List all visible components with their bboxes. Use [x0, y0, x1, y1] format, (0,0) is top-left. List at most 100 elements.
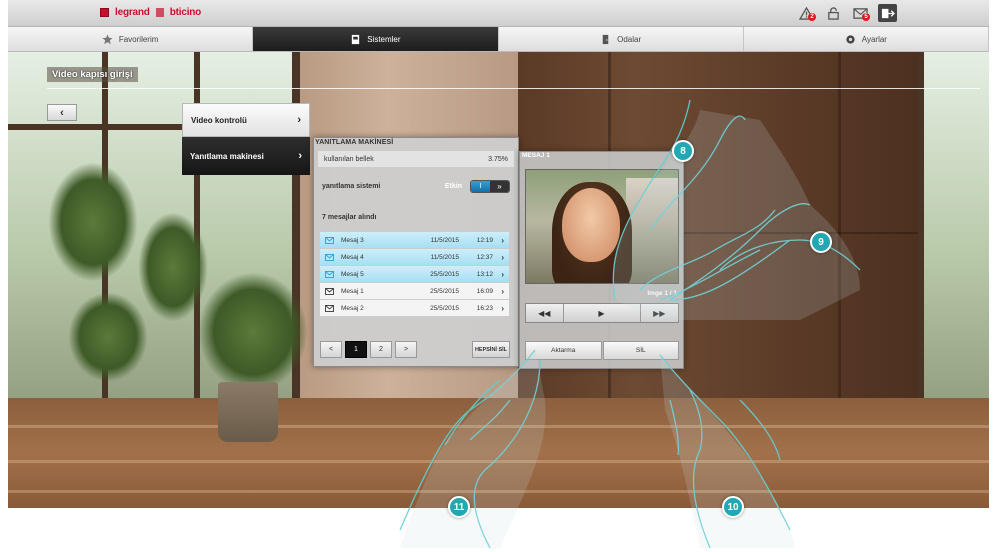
memory-value: 3.75%: [488, 155, 508, 163]
bticino-logo-mark: [155, 8, 164, 17]
tab-label: Odalar: [617, 34, 642, 44]
message-viewer-panel: Imge 1 / 1 ◀◀ ▶ ▶▶ Aktarma SİL: [519, 151, 684, 369]
memory-row: kullanılan bellek 3.75%: [318, 151, 514, 167]
message-date: 25/5/2015: [430, 304, 459, 312]
message-date: 25/5/2015: [430, 270, 459, 278]
cactus-plant: [48, 162, 138, 282]
answering-machine-panel: kullanılan bellek 3.75% yanıtlama sistem…: [313, 137, 519, 367]
settings-icon: [846, 34, 855, 44]
message-badge: 5: [862, 13, 870, 21]
list-item[interactable]: Mesaj 5 25/5/2015 13:12 ›: [320, 266, 509, 282]
chevron-right-icon: ›: [501, 303, 504, 313]
toggle-off: »: [490, 180, 509, 192]
memory-label: kullanılan bellek: [324, 155, 374, 163]
rewind-button[interactable]: ◀◀: [526, 304, 564, 322]
list-item[interactable]: Mesaj 4 11/5/2015 12:37 ›: [320, 249, 509, 265]
background-house: [626, 178, 678, 226]
top-bar: legrand bticino 2 5: [8, 0, 989, 27]
delete-message-button[interactable]: SİL: [602, 341, 679, 360]
fast-forward-button[interactable]: ▶▶: [640, 304, 678, 322]
callout-9: 9: [810, 231, 832, 253]
forward-message-button[interactable]: Aktarma: [525, 341, 602, 360]
door-icon: [602, 34, 609, 44]
legrand-logo-mark: [100, 8, 109, 17]
message-icon[interactable]: 5: [851, 4, 870, 22]
callout-11: 11: [448, 496, 470, 518]
callout-8: 8: [672, 140, 694, 162]
alarm-icon[interactable]: 2: [797, 4, 816, 22]
tab-settings[interactable]: Ayarlar: [744, 27, 989, 51]
star-icon: [102, 33, 113, 44]
title-divider: [47, 88, 980, 89]
answering-system-label: yanıtlama sistemi: [322, 182, 381, 190]
bticino-logo: bticino: [169, 7, 202, 18]
brand-logos: legrand bticino: [100, 7, 201, 18]
chevron-right-icon: ›: [501, 235, 504, 245]
page-title: Video kapısı girişi: [47, 67, 138, 82]
delete-all-button[interactable]: HEPSİNİ SİL: [472, 341, 510, 358]
page-button-2[interactable]: 2: [370, 341, 392, 358]
message-time: 16:23: [476, 304, 493, 312]
envelope-icon: [325, 304, 334, 312]
tab-favorites[interactable]: Favorilerim: [8, 27, 254, 51]
tab-label: Sistemler: [367, 34, 401, 44]
envelope-icon: [325, 270, 334, 278]
message-name: Mesaj 4: [341, 253, 364, 261]
chevron-right-icon: ›: [298, 150, 302, 162]
lock-icon[interactable]: [824, 4, 843, 22]
visitor-face: [562, 188, 620, 262]
image-counter: Imge 1 / 1: [647, 290, 677, 297]
message-name: Mesaj 5: [341, 270, 364, 278]
tab-rooms[interactable]: Odalar: [499, 27, 744, 51]
message-time: 12:37: [476, 253, 493, 261]
list-item[interactable]: Mesaj 3 11/5/2015 12:19 ›: [320, 232, 509, 248]
chevron-right-icon: ›: [501, 252, 504, 262]
message-name: Mesaj 3: [341, 236, 364, 244]
message-date: 11/5/2015: [430, 236, 459, 244]
prev-page-button[interactable]: <: [320, 341, 342, 358]
toggle-on: I: [471, 180, 490, 192]
received-count: 7 mesajlar alındı: [322, 214, 377, 221]
tab-label: Ayarlar: [861, 34, 887, 44]
playback-controls: ◀◀ ▶ ▶▶: [525, 303, 679, 323]
legrand-logo: legrand: [115, 7, 150, 18]
message-name: Mesaj 1: [341, 287, 364, 295]
plant-pot: [218, 382, 278, 442]
right-window: [918, 52, 989, 422]
status-icons: 2 5: [797, 4, 897, 22]
message-name: Mesaj 2: [341, 304, 364, 312]
answering-machine-title: YANITLAMA MAKİNESİ: [315, 139, 394, 146]
chevron-right-icon: ›: [501, 269, 504, 279]
video-frame: [525, 169, 679, 284]
side-menu: Video kontrolü › Yanıtlama makinesi ›: [182, 103, 310, 175]
system-icon: [352, 34, 360, 44]
menu-item-label: Video kontrolü: [191, 115, 247, 125]
envelope-icon: [325, 253, 334, 261]
callout-10: 10: [722, 496, 744, 518]
list-item[interactable]: Mesaj 1 25/5/2015 16:09 ›: [320, 283, 509, 299]
main-nav: Favorilerim Sistemler Odalar Ayarlar: [8, 27, 989, 52]
next-page-button[interactable]: >: [395, 341, 417, 358]
exit-icon[interactable]: [878, 4, 897, 22]
list-item[interactable]: Mesaj 2 25/5/2015 16:23 ›: [320, 300, 509, 316]
back-button[interactable]: ‹: [47, 104, 77, 121]
message-time: 12:19: [476, 236, 493, 244]
answering-system-row: yanıtlama sistemi Etkin I »: [318, 176, 514, 196]
pagination: < 1 2 >: [320, 341, 417, 358]
envelope-icon: [325, 236, 334, 244]
chevron-right-icon: ›: [501, 286, 504, 296]
menu-item-label: Yanıtlama makinesi: [190, 151, 264, 161]
menu-item-answering-machine[interactable]: Yanıtlama makinesi ›: [182, 137, 310, 175]
answering-system-toggle[interactable]: I »: [470, 179, 510, 193]
message-list: Mesaj 3 11/5/2015 12:19 › Mesaj 4 11/5/2…: [320, 232, 509, 317]
viewer-actions: Aktarma SİL: [525, 341, 679, 360]
message-date: 25/5/2015: [430, 287, 459, 295]
chevron-right-icon: ›: [297, 114, 301, 126]
play-button[interactable]: ▶: [563, 304, 641, 322]
message-date: 11/5/2015: [430, 253, 459, 261]
page-button-1[interactable]: 1: [345, 341, 367, 358]
envelope-icon: [325, 287, 334, 295]
tab-systems[interactable]: Sistemler: [253, 27, 499, 51]
message-time: 13:12: [476, 270, 493, 278]
menu-item-video-control[interactable]: Video kontrolü ›: [182, 103, 310, 137]
